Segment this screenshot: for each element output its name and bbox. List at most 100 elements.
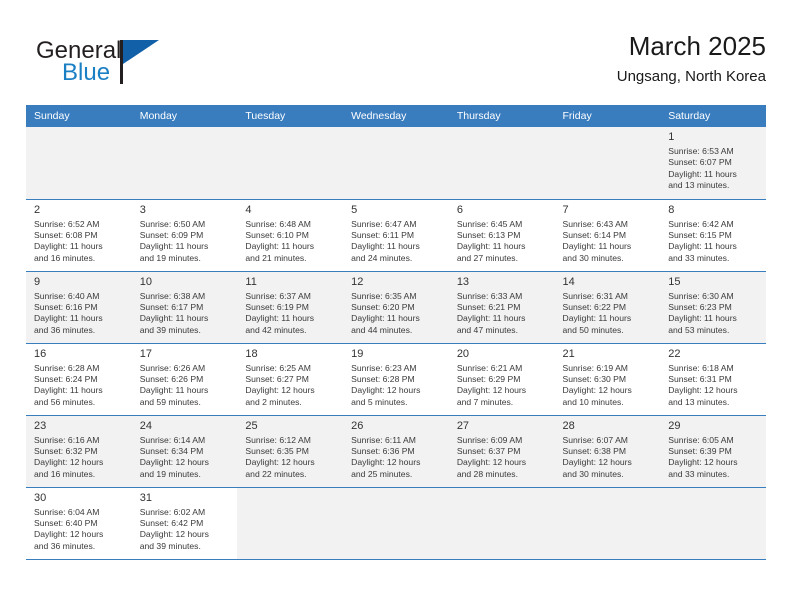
sunrise-text: Sunrise: 6:11 AM [351,434,416,445]
sunset-text: Sunset: 6:20 PM [351,301,415,312]
calendar-day-cell[interactable]: 8 Sunrise: 6:42 AM Sunset: 6:15 PM Daylight… [660,199,766,272]
sunset-text: Sunset: 6:40 PM [34,517,98,528]
daylight-text-line2: and 39 minutes. [139,324,201,335]
daylight-text-line1: Daylight: 11 hours [562,313,632,324]
calendar-day-content [26,127,132,199]
sunrise-text: Sunrise: 6:38 AM [139,290,206,301]
calendar-header-row: Sunday Monday Tuesday Wednesday Thursday… [26,105,766,127]
day-number: 6 [456,203,463,216]
calendar-day-cell[interactable]: 20 Sunrise: 6:21 AM Sunset: 6:29 PM Dayligh… [448,343,555,416]
calendar-day-cell-empty [26,127,132,200]
sunrise-text: Sunrise: 6:42 AM [668,218,734,229]
calendar-day-content [448,487,555,559]
calendar-day-cell[interactable]: 21 Sunrise: 6:19 AM Sunset: 6:30 PM Dayligh… [554,343,661,416]
daylight-text-line1: Daylight: 12 hours [351,457,421,468]
daylight-text-line2: and 22 minutes. [245,468,307,479]
calendar-day-cell[interactable]: 31 Sunrise: 6:02 AM Sunset: 6:42 PM Dayligh… [131,487,238,560]
daylight-text-line1: Daylight: 12 hours [245,385,315,396]
calendar-day-cell[interactable]: 14 Sunrise: 6:31 AM Sunset: 6:22 PM Dayligh… [554,271,661,344]
calendar-day-cell[interactable]: 6 Sunrise: 6:45 AM Sunset: 6:13 PM Daylight… [448,199,555,272]
daylight-text-line1: Daylight: 12 hours [139,529,209,540]
calendar-day-content: 30 Sunrise: 6:04 AM Sunset: 6:40 PM Dayligh… [26,487,132,559]
day-number: 10 [139,275,152,288]
daylight-text-line2: and 50 minutes. [562,324,624,335]
daylight-text-line1: Daylight: 12 hours [456,457,527,468]
calendar-day-content: 18 Sunrise: 6:25 AM Sunset: 6:27 PM Dayligh… [237,343,344,415]
sunrise-text: Sunrise: 6:19 AM [562,362,628,373]
calendar-day-cell[interactable]: 1 Sunrise: 6:53 AM Sunset: 6:07 PM Daylight… [660,127,766,200]
sunset-text: Sunset: 6:07 PM [668,157,732,168]
day-number: 2 [34,203,41,216]
calendar-day-cell[interactable]: 28 Sunrise: 6:07 AM Sunset: 6:38 PM Dayligh… [554,415,661,488]
calendar-day-cell[interactable]: 3 Sunrise: 6:50 AM Sunset: 6:09 PM Daylight… [131,199,238,272]
sunset-text: Sunset: 6:21 PM [456,301,521,312]
calendar-day-cell[interactable]: 7 Sunrise: 6:43 AM Sunset: 6:14 PM Daylight… [554,199,661,272]
calendar-day-cell[interactable]: 17 Sunrise: 6:26 AM Sunset: 6:26 PM Dayligh… [131,343,238,416]
daylight-text-line1: Daylight: 12 hours [351,385,421,396]
sunrise-text: Sunrise: 6:25 AM [245,362,311,373]
sunrise-text: Sunrise: 6:21 AM [456,362,523,373]
daylight-text-line2: and 59 minutes. [139,396,201,407]
daylight-text-line2: and 27 minutes. [456,252,518,263]
daylight-text-line1: Daylight: 11 hours [456,241,526,252]
calendar-day-cell[interactable]: 11 Sunrise: 6:37 AM Sunset: 6:19 PM Dayligh… [237,271,344,344]
calendar-day-cell[interactable]: 26 Sunrise: 6:11 AM Sunset: 6:36 PM Dayligh… [343,415,449,488]
day-number: 24 [139,419,152,432]
daylight-text-line2: and 7 minutes. [456,396,514,407]
daylight-text-line2: and 44 minutes. [351,324,413,335]
calendar-day-cell[interactable]: 4 Sunrise: 6:48 AM Sunset: 6:10 PM Daylight… [237,199,344,272]
sunset-text: Sunset: 6:34 PM [139,445,204,456]
calendar-day-content [554,487,661,559]
calendar-day-cell[interactable]: 19 Sunrise: 6:23 AM Sunset: 6:28 PM Dayligh… [343,343,449,416]
sunset-text: Sunset: 6:32 PM [34,445,98,456]
sunrise-text: Sunrise: 6:48 AM [245,218,311,229]
daylight-text-line1: Daylight: 12 hours [562,385,632,396]
calendar-day-cell[interactable]: 30 Sunrise: 6:04 AM Sunset: 6:40 PM Dayligh… [26,487,132,560]
calendar-day-cell[interactable]: 5 Sunrise: 6:47 AM Sunset: 6:11 PM Daylight… [343,199,449,272]
sunset-text: Sunset: 6:14 PM [562,229,627,240]
calendar-day-cell[interactable]: 18 Sunrise: 6:25 AM Sunset: 6:27 PM Dayligh… [237,343,344,416]
calendar-table: Sunday Monday Tuesday Wednesday Thursday… [26,105,766,560]
calendar-day-cell[interactable]: 15 Sunrise: 6:30 AM Sunset: 6:23 PM Dayligh… [660,271,766,344]
calendar-day-cell[interactable]: 12 Sunrise: 6:35 AM Sunset: 6:20 PM Dayligh… [343,271,449,344]
calendar-day-cell[interactable]: 10 Sunrise: 6:38 AM Sunset: 6:17 PM Dayligh… [131,271,238,344]
sunrise-text: Sunrise: 6:50 AM [139,218,206,229]
calendar-day-content: 15 Sunrise: 6:30 AM Sunset: 6:23 PM Dayligh… [660,271,766,343]
calendar-day-cell[interactable]: 27 Sunrise: 6:09 AM Sunset: 6:37 PM Dayligh… [448,415,555,488]
calendar-week-row: 16 Sunrise: 6:28 AM Sunset: 6:24 PM Dayligh… [26,343,766,416]
calendar-day-cell[interactable]: 2 Sunrise: 6:52 AM Sunset: 6:08 PM Daylight… [26,199,132,272]
day-number: 12 [351,275,364,288]
calendar-day-content: 25 Sunrise: 6:12 AM Sunset: 6:35 PM Dayligh… [237,415,344,487]
sunrise-text: Sunrise: 6:37 AM [245,290,311,301]
calendar-day-cell[interactable]: 25 Sunrise: 6:12 AM Sunset: 6:35 PM Dayligh… [237,415,344,488]
daylight-text-line2: and 28 minutes. [456,468,518,479]
sunrise-text: Sunrise: 6:04 AM [34,506,100,517]
calendar-day-content: 24 Sunrise: 6:14 AM Sunset: 6:34 PM Dayligh… [131,415,238,487]
calendar-day-cell[interactable]: 9 Sunrise: 6:40 AM Sunset: 6:16 PM Daylight… [26,271,132,344]
daylight-text-line1: Daylight: 12 hours [245,457,315,468]
daylight-text-line1: Daylight: 12 hours [668,385,738,396]
brand-logo[interactable]: General Blue [36,38,216,94]
sunset-text: Sunset: 6:19 PM [245,301,309,312]
sunrise-text: Sunrise: 6:35 AM [351,290,417,301]
day-number: 27 [456,419,470,432]
calendar-day-cell[interactable]: 24 Sunrise: 6:14 AM Sunset: 6:34 PM Dayligh… [131,415,238,488]
calendar-day-cell[interactable]: 29 Sunrise: 6:05 AM Sunset: 6:39 PM Dayligh… [660,415,766,488]
weekday-header-friday: Friday [554,105,661,127]
daylight-text-line2: and 30 minutes. [562,468,624,479]
daylight-text-line2: and 33 minutes. [668,468,730,479]
day-number: 22 [668,347,681,360]
calendar-day-cell[interactable]: 13 Sunrise: 6:33 AM Sunset: 6:21 PM Dayligh… [448,271,555,344]
calendar-body: 1 Sunrise: 6:53 AM Sunset: 6:07 PM Daylight… [26,127,766,560]
day-number: 4 [245,203,252,216]
calendar-day-cell[interactable]: 16 Sunrise: 6:28 AM Sunset: 6:24 PM Dayligh… [26,343,132,416]
calendar-day-content [554,127,661,199]
sunset-text: Sunset: 6:22 PM [562,301,627,312]
daylight-text-line2: and 24 minutes. [351,252,413,263]
sunrise-text: Sunrise: 6:52 AM [34,218,100,229]
day-number: 23 [34,419,47,432]
sunset-text: Sunset: 6:26 PM [139,373,204,384]
calendar-day-cell[interactable]: 22 Sunrise: 6:18 AM Sunset: 6:31 PM Dayligh… [660,343,766,416]
calendar-day-cell[interactable]: 23 Sunrise: 6:16 AM Sunset: 6:32 PM Dayligh… [26,415,132,488]
daylight-text-line1: Daylight: 11 hours [139,313,209,324]
